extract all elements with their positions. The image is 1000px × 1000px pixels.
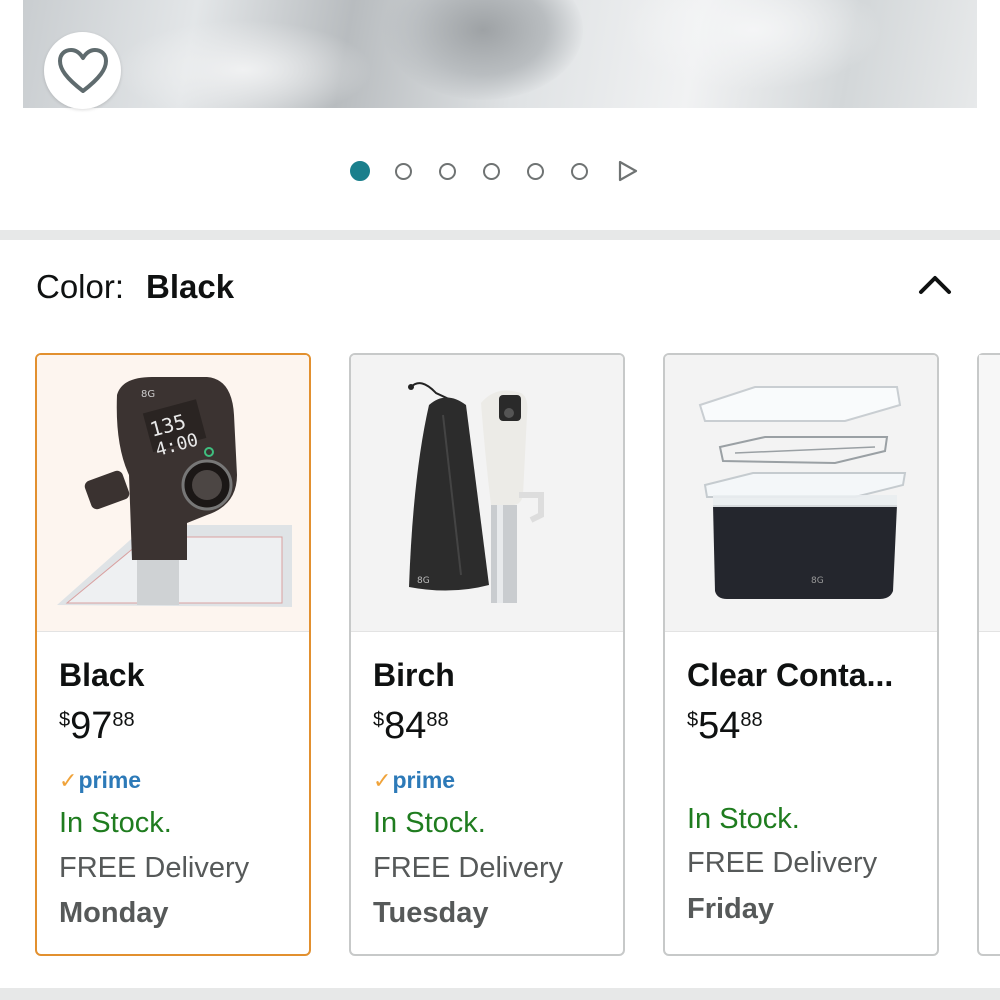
variation-selected-value: Black <box>146 268 235 305</box>
heart-outline-icon <box>57 47 108 93</box>
prime-check-icon: ✓ <box>59 767 78 793</box>
product-image[interactable] <box>23 0 977 108</box>
section-divider <box>0 230 1000 240</box>
play-triangle-icon[interactable] <box>617 159 639 183</box>
delivery-text: FREE Delivery <box>687 847 878 879</box>
price-whole: 84 <box>384 705 427 747</box>
carousel-dot[interactable] <box>439 162 456 180</box>
variation-name: Birch <box>373 657 455 693</box>
variation-label: Color: <box>36 268 125 305</box>
variation-header: Color: Black <box>36 268 234 306</box>
prime-check-icon: ✓ <box>373 767 392 793</box>
sous-vide-black-image: 135 4:00 8G <box>37 355 309 631</box>
svg-text:8G: 8G <box>141 389 155 400</box>
sous-vide-birch-image: 8G <box>351 355 623 631</box>
carousel-indicators <box>350 158 639 184</box>
favorite-button[interactable] <box>44 32 121 109</box>
variation-image: 8G <box>665 355 937 632</box>
price-fraction: 88 <box>740 709 763 731</box>
image-shadow <box>383 0 583 100</box>
variation-price: $ 54 88 <box>687 705 763 747</box>
variation-price: $ 97 88 <box>59 705 135 747</box>
svg-text:8G: 8G <box>417 576 430 586</box>
carousel-dot[interactable] <box>571 162 588 180</box>
variation-image: 8G <box>351 355 623 632</box>
variation-name: Black <box>59 657 145 693</box>
variation-card-birch[interactable]: 8G Birch $ 84 88 ✓ prime In Stock. FREE … <box>349 353 625 956</box>
variation-image: 135 4:00 8G <box>37 355 309 632</box>
chevron-up-icon[interactable] <box>916 270 954 300</box>
prime-label: prime <box>78 767 142 793</box>
delivery-text: FREE Delivery <box>373 852 564 884</box>
prime-label: prime <box>392 767 456 793</box>
variation-name: Clear Conta... <box>687 657 894 693</box>
price-whole: 54 <box>698 705 741 747</box>
delivery-day: Friday <box>687 893 775 925</box>
carousel-dot[interactable] <box>350 161 370 181</box>
price-symbol: $ <box>373 709 385 731</box>
stock-status: In Stock. <box>59 807 172 839</box>
delivery-day: Tuesday <box>373 897 489 929</box>
svg-text:8G: 8G <box>811 576 824 586</box>
prime-badge: ✓ prime <box>59 767 141 794</box>
carousel-dot[interactable] <box>395 162 412 180</box>
variation-price: $ 84 88 <box>373 705 449 747</box>
stock-status: In Stock. <box>687 803 800 835</box>
price-whole: 97 <box>70 705 113 747</box>
variation-card-black[interactable]: 135 4:00 8G Black $ 97 88 ✓ prime In Sto… <box>35 353 311 956</box>
variation-card-partial[interactable] <box>977 353 1000 956</box>
variation-image <box>979 355 1000 632</box>
image-highlight <box>623 0 883 90</box>
carousel-dot[interactable] <box>483 162 500 180</box>
price-symbol: $ <box>59 709 71 731</box>
carousel-dot[interactable] <box>527 162 544 180</box>
delivery-text: FREE Delivery <box>59 852 250 884</box>
prime-badge: ✓ prime <box>373 767 455 794</box>
price-fraction: 88 <box>426 709 449 731</box>
section-divider <box>0 988 1000 1000</box>
clear-container-image: 8G <box>665 355 937 631</box>
price-symbol: $ <box>687 709 699 731</box>
delivery-day: Monday <box>59 897 169 929</box>
stock-status: In Stock. <box>373 807 486 839</box>
image-highlight <box>113 20 373 108</box>
variation-card-clear-container[interactable]: 8G Clear Conta... $ 54 88 In Stock. FREE… <box>663 353 939 956</box>
price-fraction: 88 <box>112 709 135 731</box>
